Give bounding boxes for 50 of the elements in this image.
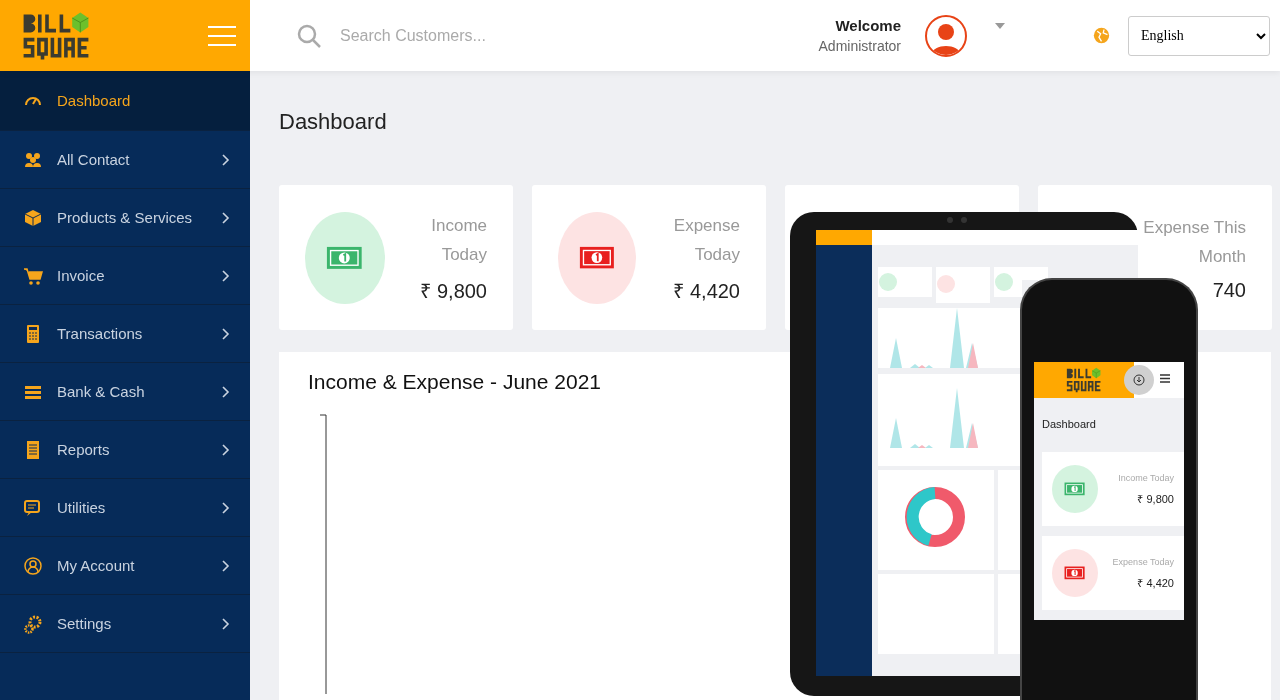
chart-title: Income & Expense - June 2021 <box>308 370 601 394</box>
chevron-icon <box>222 327 230 340</box>
chevron-icon <box>222 443 230 456</box>
welcome-text: Welcome <box>834 15 901 36</box>
stat-value: ₹ 4,420 <box>672 279 740 304</box>
page-title: Dashboard <box>279 109 388 135</box>
stat-label: Income Today <box>1118 472 1174 483</box>
stat-label: Expense This Month <box>1142 217 1246 268</box>
logo-drawing <box>1065 366 1103 394</box>
stat-value: ₹ 9,800 <box>419 279 487 304</box>
stat-value: ₹ 4,420 <box>1136 575 1174 590</box>
sidebar-item[interactable]: Transactions <box>0 305 250 363</box>
sidebar-item[interactable]: All Contact <box>0 131 250 189</box>
box-icon <box>23 207 43 228</box>
chevron-icon <box>222 153 230 166</box>
avatar-icon[interactable] <box>925 14 967 57</box>
money-icon <box>1052 549 1098 597</box>
chevron-icon <box>222 559 230 572</box>
chevron-icon <box>222 269 230 282</box>
chevron-icon <box>222 211 230 224</box>
stat-label: Expense Today <box>1112 556 1174 567</box>
sidebar-item[interactable]: Products & Services <box>0 189 250 247</box>
stat-label: Income Today <box>430 215 487 266</box>
money-icon <box>1052 465 1098 513</box>
chevron-icon <box>222 385 230 398</box>
stat-value: ₹ 9,800 <box>1136 491 1174 506</box>
stat-value: 740 <box>1211 279 1246 302</box>
download-icon[interactable] <box>1124 365 1154 395</box>
user-role: Administrator <box>818 36 901 56</box>
sidebar-item[interactable]: Bank & Cash <box>0 363 250 421</box>
user-icon <box>23 555 43 576</box>
globe-icon <box>1093 27 1110 44</box>
chevron-icon <box>222 617 230 630</box>
sidebar-item[interactable]: Dashboard <box>0 71 250 131</box>
caret-icon[interactable] <box>995 22 1005 29</box>
menu-icon[interactable] <box>1160 374 1170 383</box>
sidebar-item[interactable]: Invoice <box>0 247 250 305</box>
sidebar-item[interactable]: My Account <box>0 537 250 595</box>
search-field[interactable]: Search Customers... <box>338 25 642 46</box>
sidebar-item[interactable]: Utilities <box>0 479 250 537</box>
gear-icon <box>23 613 43 634</box>
stat-label: Expense Today <box>672 215 740 266</box>
chevron-icon <box>222 501 230 514</box>
language-select[interactable]: English <box>1128 15 1270 56</box>
cart-icon <box>23 265 43 286</box>
sidebar-item[interactable]: Reports <box>0 421 250 479</box>
chat-icon <box>23 497 43 518</box>
search-icon[interactable] <box>296 22 322 49</box>
page-title: Dashboard <box>1042 418 1097 430</box>
sidebar-item[interactable]: Settings <box>0 595 250 653</box>
